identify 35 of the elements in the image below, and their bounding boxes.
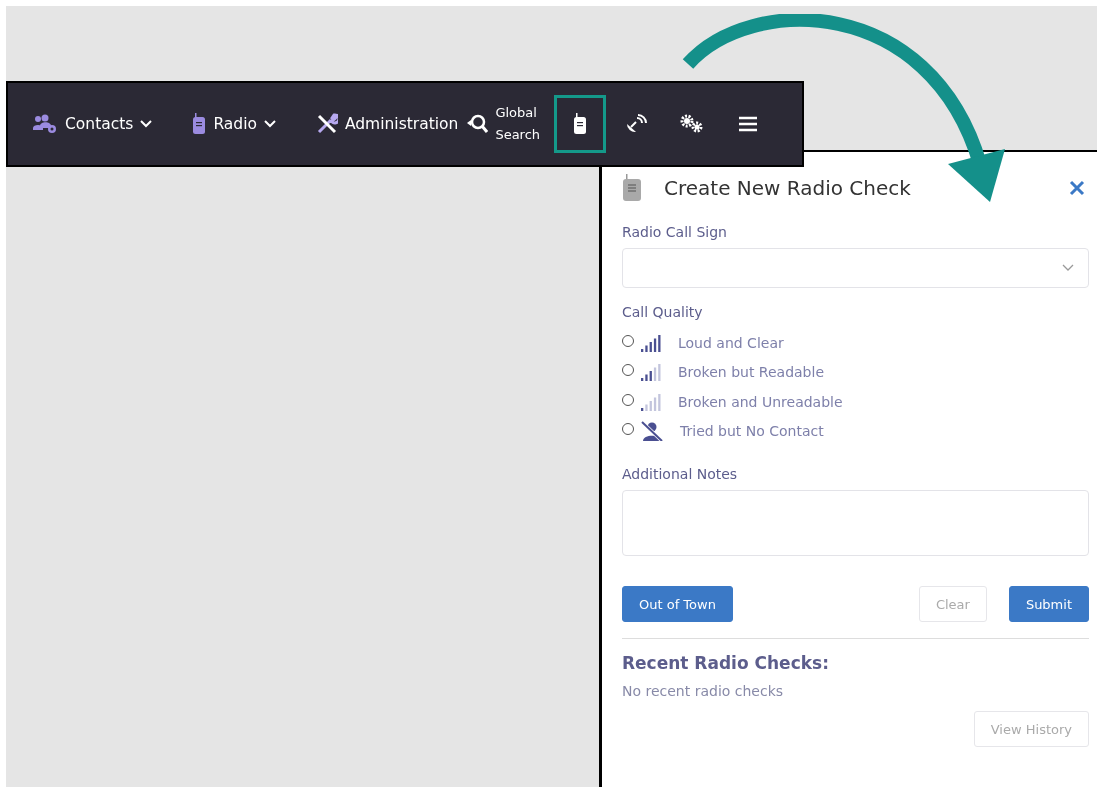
person-crossed-icon: [640, 421, 664, 442]
option-label: Broken and Unreadable: [678, 393, 843, 410]
section-heading: Recent Radio Checks:: [622, 653, 830, 673]
menu-icon: [738, 116, 759, 132]
option-label: Broken but Readable: [678, 364, 824, 381]
empty-message: No recent radio checks: [622, 683, 785, 699]
tools-icon: [315, 113, 338, 135]
radio-icon: [192, 113, 207, 135]
radio-icon: [622, 174, 642, 202]
nav-menu-item[interactable]: Global Search: [466, 102, 541, 146]
radio-button[interactable]: [622, 334, 634, 347]
field-label: Call Quality: [622, 304, 704, 320]
people-icon: [32, 114, 58, 134]
radio-button[interactable]: [622, 423, 634, 436]
signal-bars-icon: [640, 392, 662, 411]
field-label: Additional Notes: [622, 466, 739, 482]
submit-button[interactable]: Submit: [1008, 586, 1089, 622]
nav-menu-item[interactable]: Contacts: [32, 113, 153, 135]
satellite-icon: [625, 114, 648, 134]
chevron-down-icon: [1062, 264, 1074, 272]
nav-menu-item[interactable]: Administration: [315, 113, 459, 135]
out-of-town-button[interactable]: Out of Town: [622, 586, 733, 622]
signal-bars-icon: [640, 363, 662, 382]
radio-button[interactable]: [622, 393, 634, 406]
signal-bars-icon: [640, 333, 662, 352]
panel-title: Create New Radio Check: [664, 176, 912, 200]
radio-button[interactable]: [622, 364, 634, 377]
field-label: Radio Call Sign: [622, 224, 728, 240]
search-icon: [466, 114, 489, 134]
option-label: Tried but No Contact: [680, 423, 824, 440]
toolbar-icon-button[interactable]: [554, 95, 607, 153]
option-label: Loud and Clear: [678, 334, 784, 351]
radio-icon: [573, 113, 588, 135]
close-icon[interactable]: [1069, 180, 1085, 196]
nav-menu-item[interactable]: Radio: [192, 113, 276, 135]
